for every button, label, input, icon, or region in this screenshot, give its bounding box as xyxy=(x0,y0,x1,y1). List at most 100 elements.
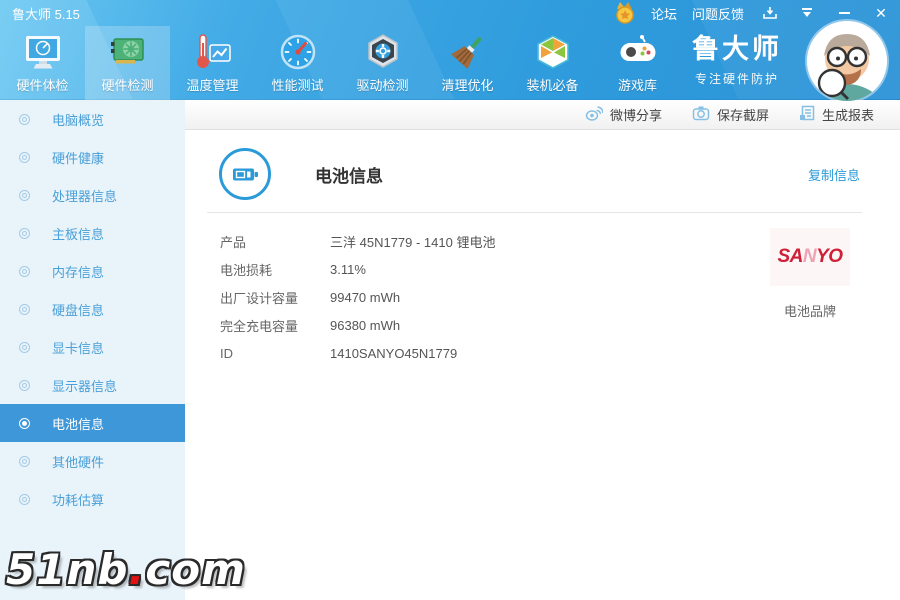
row-value: 三洋 45N1779 - 1410 锂电池 xyxy=(330,234,496,250)
tab-label: 温度管理 xyxy=(186,78,239,93)
sidebar-item-battery[interactable]: 电池信息 xyxy=(0,404,185,442)
brand-caption: 电池品牌 xyxy=(783,304,836,319)
sidebar-item-other-hardware[interactable]: 其他硬件 xyxy=(0,442,185,480)
tab-games[interactable]: 游戏库 xyxy=(595,26,680,100)
sidebar-item-disk[interactable]: 硬盘信息 xyxy=(0,290,185,328)
radio-icon xyxy=(19,113,30,125)
tab-label: 性能测试 xyxy=(271,78,324,93)
tab-label: 硬件体检 xyxy=(16,78,69,93)
tab-temperature[interactable]: 温度管理 xyxy=(170,26,255,100)
sidebar-item-label: 电脑概览 xyxy=(52,112,105,128)
sanyo-logo: SANYO xyxy=(770,228,850,286)
logo-text: YO xyxy=(816,246,843,267)
copy-info-link[interactable]: 复制信息 xyxy=(808,165,860,184)
content-header: 电池信息 复制信息 xyxy=(219,145,860,203)
row-label: 完全充电容量 xyxy=(220,318,299,334)
sidebar-item-label: 显卡信息 xyxy=(52,340,105,356)
action-label: 微博分享 xyxy=(609,108,662,123)
row-value: 99470 mWh xyxy=(330,289,401,305)
sidebar-item-overview[interactable]: 电脑概览 xyxy=(0,100,185,138)
sidebar-item-memory[interactable]: 内存信息 xyxy=(0,252,185,290)
sidebar-item-monitor[interactable]: 显示器信息 xyxy=(0,366,185,404)
table-row: ID 1410SANYO45N1779 xyxy=(220,339,495,367)
battery-brand-panel: SANYO 电池品牌 xyxy=(770,228,850,320)
table-row: 完全充电容量 96380 mWh xyxy=(220,311,495,339)
sidebar-item-power-estimate[interactable]: 功耗估算 xyxy=(0,480,185,518)
action-label: 保存截屏 xyxy=(716,108,769,123)
titlebar-link-forum[interactable]: 论坛 xyxy=(651,4,677,23)
app-title: 鲁大师 5.15 xyxy=(12,6,80,22)
sidebar-item-label: 主板信息 xyxy=(52,226,105,242)
broom-icon xyxy=(447,31,489,73)
header-divider xyxy=(207,212,862,213)
tab-hardware-detect[interactable]: 硬件检测 xyxy=(85,26,170,100)
tab-label: 硬件检测 xyxy=(101,78,154,93)
radio-icon xyxy=(19,265,30,277)
sidebar-item-label: 电池信息 xyxy=(52,416,105,432)
brand-name: 鲁大师 xyxy=(692,34,782,64)
row-value: 96380 mWh xyxy=(330,317,401,333)
actionbar: 微博分享 保存截屏 生成报表 xyxy=(185,100,900,130)
row-value: 1410SANYO45N1779 xyxy=(330,345,458,361)
radio-icon xyxy=(19,227,30,239)
action-label: 生成报表 xyxy=(821,108,874,123)
tab-driver[interactable]: 驱动检测 xyxy=(340,26,425,100)
content-panel: 电池信息 复制信息 产品 三洋 45N1779 - 1410 锂电池 电池损耗 … xyxy=(185,131,900,600)
radio-icon xyxy=(19,189,30,201)
radio-icon xyxy=(19,379,30,391)
weibo-icon xyxy=(585,105,604,124)
skin-menu-icon[interactable] xyxy=(796,3,818,23)
generate-report-button[interactable]: 生成报表 xyxy=(799,105,874,124)
sidebar-item-label: 处理器信息 xyxy=(52,188,118,204)
radio-icon xyxy=(19,417,30,429)
row-label: ID xyxy=(220,345,233,361)
update-icon[interactable] xyxy=(759,3,781,23)
report-icon xyxy=(799,105,815,124)
row-label: 产品 xyxy=(220,234,247,250)
mascot-avatar xyxy=(807,21,887,101)
sidebar-item-label: 功耗估算 xyxy=(52,492,105,508)
row-label: 电池损耗 xyxy=(220,262,273,278)
battery-info-table: 产品 三洋 45N1779 - 1410 锂电池 电池损耗 3.11% 出厂设计… xyxy=(220,227,495,367)
sidebar-item-label: 硬盘信息 xyxy=(52,302,105,318)
sidebar-item-motherboard[interactable]: 主板信息 xyxy=(0,214,185,252)
tab-label: 装机必备 xyxy=(526,78,579,93)
close-button[interactable]: ✕ xyxy=(870,3,892,23)
minimize-button[interactable] xyxy=(833,3,855,23)
page-title: 电池信息 xyxy=(315,166,383,186)
medal-icon xyxy=(614,2,636,24)
sidebar-item-cpu[interactable]: 处理器信息 xyxy=(0,176,185,214)
table-row: 产品 三洋 45N1779 - 1410 锂电池 xyxy=(220,227,495,255)
battery-icon xyxy=(219,148,271,200)
gamepad-icon xyxy=(617,31,659,73)
app-brand: 鲁大师 专注硬件防护 xyxy=(692,36,782,87)
sidebar-item-label: 其他硬件 xyxy=(52,454,105,470)
radio-icon xyxy=(19,493,30,505)
table-row: 出厂设计容量 99470 mWh xyxy=(220,283,495,311)
thermometer-chart-icon xyxy=(192,31,234,73)
tab-hardware-checkup[interactable]: 硬件体检 xyxy=(0,26,85,100)
titlebar: 鲁大师 5.15 论坛 问题反馈 ✕ xyxy=(0,0,900,26)
sidebar-item-health[interactable]: 硬件健康 xyxy=(0,138,185,176)
weibo-share-button[interactable]: 微博分享 xyxy=(585,105,662,124)
speedometer-icon xyxy=(277,31,319,73)
titlebar-link-feedback[interactable]: 问题反馈 xyxy=(692,4,744,23)
sidebar: 电脑概览 硬件健康 处理器信息 主板信息 内存信息 硬盘信息 显卡信息 显示器信… xyxy=(0,100,185,600)
row-label: 出厂设计容量 xyxy=(220,290,299,306)
radio-icon xyxy=(19,341,30,353)
radio-icon xyxy=(19,455,30,467)
tab-label: 清理优化 xyxy=(441,78,494,93)
radio-icon xyxy=(19,151,30,163)
table-row: 电池损耗 3.11% xyxy=(220,255,495,283)
main-toolbar: 硬件体检 硬件检测 温度管理 性能测试 驱动检测 清理优化 装机必备 游戏库 xyxy=(0,26,680,100)
tab-label: 游戏库 xyxy=(617,78,657,93)
sidebar-item-gpu[interactable]: 显卡信息 xyxy=(0,328,185,366)
gear-hexagon-icon xyxy=(362,31,404,73)
software-box-icon xyxy=(532,31,574,73)
save-screenshot-button[interactable]: 保存截屏 xyxy=(692,105,769,124)
tab-essentials[interactable]: 装机必备 xyxy=(510,26,595,100)
tab-performance[interactable]: 性能测试 xyxy=(255,26,340,100)
camera-icon xyxy=(692,105,710,124)
sidebar-item-label: 内存信息 xyxy=(52,264,105,280)
tab-cleanup[interactable]: 清理优化 xyxy=(425,26,510,100)
